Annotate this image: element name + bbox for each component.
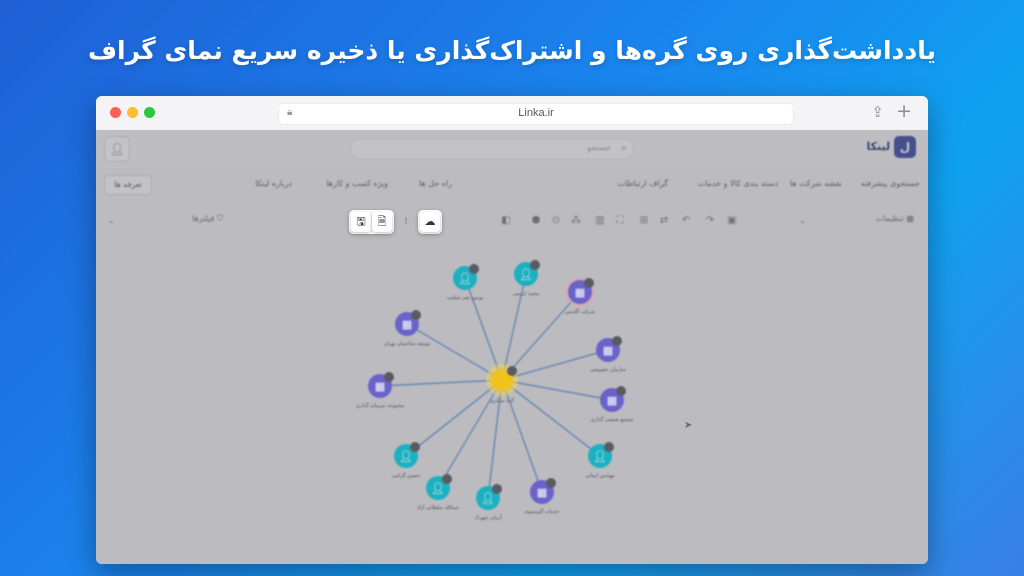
company-node[interactable]: ▦ سازمان خصوصی [590, 336, 626, 373]
graph-edge[interactable] [464, 277, 503, 381]
person-node[interactable]: 👤︎ آرمان شهرک [475, 484, 503, 521]
graph-edge[interactable] [501, 379, 601, 457]
close-window-button[interactable] [110, 107, 121, 118]
node-badge[interactable] [612, 336, 622, 346]
node-label: عبدالله سلطانی آزاد [417, 504, 459, 511]
node-badge[interactable] [411, 310, 421, 320]
new-tab-icon[interactable]: + [896, 100, 912, 122]
minimize-window-button[interactable] [127, 107, 138, 118]
mouse-cursor-icon: ➤ [684, 420, 693, 431]
node-badge[interactable] [530, 260, 540, 270]
person-node[interactable]: 👤︎ محمد کریمی [513, 260, 540, 297]
browser-window: 🔒︎ Linka.ir ⇪ + ل لینکا ⌕ جستجو 👤︎ جستجو… [96, 96, 928, 564]
person-icon: 👤︎ [458, 272, 472, 285]
graph-edge[interactable] [501, 273, 527, 381]
node-badge[interactable] [584, 278, 594, 288]
building-icon: ▦ [603, 344, 613, 357]
maximize-window-button[interactable] [144, 107, 155, 118]
building-icon: ▦ [607, 394, 617, 407]
graph-edge[interactable] [501, 349, 609, 381]
hero-title: یادداشت‌گذاری روی گره‌ها و اشتراک‌گذاری … [87, 36, 936, 65]
center-node-label: گره مرکزی [490, 397, 514, 404]
building-icon: ▦ [375, 380, 385, 393]
node-badge[interactable] [604, 442, 614, 452]
graph-edge[interactable] [405, 379, 503, 457]
person-icon: 👤︎ [593, 450, 607, 463]
share-icon[interactable]: ⇪ [871, 103, 884, 121]
person-icon: 👤︎ [481, 492, 495, 505]
person-node[interactable]: 👤︎ یونس تقی شکیب [447, 264, 484, 301]
graph-edge[interactable] [406, 323, 503, 381]
company-node[interactable]: ▦ مجتمع صنعتی گذاری [591, 386, 634, 423]
node-label: توسعه ساختمان تهران [384, 341, 431, 347]
person-node[interactable]: 👤︎ حسین گرامی [392, 442, 420, 479]
person-icon: 👤︎ [519, 268, 533, 281]
address-bar[interactable]: 🔒︎ Linka.ir [278, 103, 794, 125]
company-node[interactable]: ▦ توسعه ساختمان تهران [384, 310, 431, 347]
node-badge[interactable] [616, 386, 626, 396]
person-icon: 👤︎ [399, 450, 413, 463]
node-label: خدمات آلومینیوم [525, 508, 560, 515]
node-label: مهندس ایمانی [585, 473, 615, 479]
node-badge[interactable] [410, 442, 420, 452]
node-badge[interactable] [442, 474, 452, 484]
building-icon: ▦ [402, 318, 412, 331]
person-node[interactable]: 👤︎ عبدالله سلطانی آزاد [417, 474, 459, 511]
graph-edge[interactable] [437, 379, 503, 489]
node-badge[interactable] [507, 366, 517, 376]
graph-edge[interactable] [501, 379, 613, 401]
company-node[interactable]: ▦ خدمات آلومینیوم [525, 478, 560, 515]
node-label: سازمان خصوصی [590, 367, 626, 373]
graph-edge[interactable] [501, 379, 543, 493]
company-node[interactable]: ▦ مجموعه سرمایه گذاری [356, 372, 404, 409]
node-badge[interactable] [492, 484, 502, 494]
node-label: یونس تقی شکیب [447, 295, 484, 301]
person-icon: 👤︎ [431, 482, 445, 495]
url-text: Linka.ir [518, 107, 554, 119]
app-viewport: ل لینکا ⌕ جستجو 👤︎ جستجوی پیشرفته نقشه ش… [96, 130, 928, 564]
node-badge[interactable] [469, 264, 479, 274]
node-label: حسین گرامی [392, 472, 420, 479]
relationship-graph[interactable]: 👤︎ محمد کریمی ▦ شرکت گلدیس ▦ سازمان خصوصی ▦ مجت… [96, 130, 928, 564]
node-label: مجموعه سرمایه گذاری [356, 402, 404, 409]
node-label: آرمان شهرک [475, 514, 503, 521]
node-badge[interactable] [546, 478, 556, 488]
center-node[interactable]: گره مرکزی [486, 364, 518, 404]
node-label: مجتمع صنعتی گذاری [591, 416, 634, 423]
node-label: محمد کریمی [513, 291, 540, 297]
building-icon: ▦ [575, 286, 585, 299]
building-icon: ▦ [537, 486, 547, 499]
node-label: شرکت گلدیس [565, 308, 595, 315]
company-node[interactable]: ▦ شرکت گلدیس [565, 277, 595, 315]
browser-chrome: 🔒︎ Linka.ir ⇪ + [96, 96, 928, 131]
graph-edge[interactable] [379, 379, 503, 387]
node-badge[interactable] [384, 372, 394, 382]
